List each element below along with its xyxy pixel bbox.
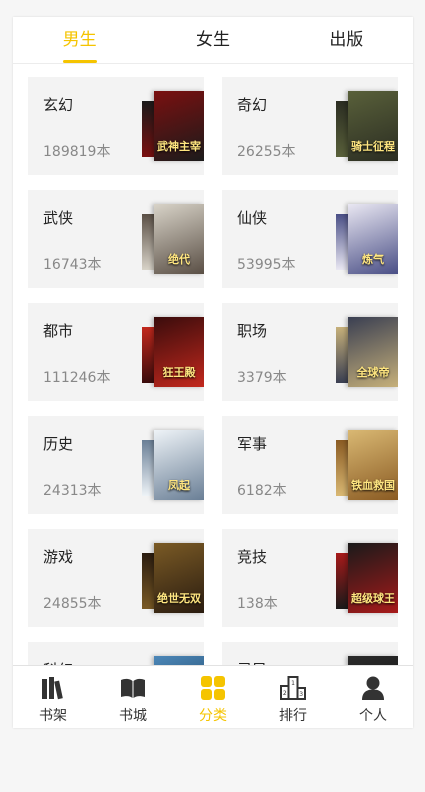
book-cover-front: 全球帝 [348,317,398,387]
nav-bookstore[interactable]: 书城 [93,666,173,728]
category-book-count: 16743本 [43,257,102,273]
category-book-count: 24855本 [43,596,102,612]
category-grid: 玄幻 189819本 武神主宰 奇幻 26255本 骑士征程武侠 16743本 绝代 仙侠 539… [13,64,413,665]
book-cover-front [348,656,398,665]
gender-tabs: 男生 女生 出版 [13,17,413,64]
tab-male[interactable]: 男生 [13,17,146,63]
book-cover-title: 铁血救国 [351,479,395,492]
category-name: 竞技 [237,548,268,566]
book-cover-title: 炼气 [362,253,384,266]
category-name: 军事 [237,435,268,453]
bottom-nav: 书架 书城 分类 1 2 3 排行 个人 [13,665,413,728]
category-name: 玄幻 [43,96,74,114]
bookshelf-icon [42,677,63,700]
book-cover-front: 狂王殿 [154,317,204,387]
tab-publish[interactable]: 出版 [280,17,413,63]
category-book-count: 6182本 [237,483,287,499]
category-card[interactable]: 职场 3379本 全球帝 [222,303,398,401]
nav-ranking-label: 排行 [279,708,307,724]
book-cover-front: 凤起 [154,430,204,500]
book-cover-title: 武神主宰 [157,140,201,153]
book-cover-front: 武神主宰 [154,91,204,161]
category-card[interactable]: 军事 6182本 铁血救国 [222,416,398,514]
book-cover-title: 全球帝 [356,366,390,379]
category-name: 职场 [237,322,268,340]
category-card[interactable]: 科幻 [28,642,204,665]
book-cover-title: 绝世无双 [157,592,201,605]
tab-female[interactable]: 女生 [146,17,279,63]
svg-text:2: 2 [283,690,287,697]
book-cover-front: 绝代 [154,204,204,274]
nav-bookstore-label: 书城 [119,708,147,724]
category-book-count: 53995本 [237,257,296,273]
nav-profile-label: 个人 [359,708,387,724]
book-cover-front: 炼气 [348,204,398,274]
nav-profile[interactable]: 个人 [333,666,413,728]
category-name: 奇幻 [237,96,268,114]
book-cover-title: 狂王殿 [162,366,196,379]
category-name: 历史 [43,435,74,453]
category-book-count: 138本 [237,596,278,612]
nav-category[interactable]: 分类 [173,666,253,728]
category-book-count: 3379本 [237,370,287,386]
book-cover-title: 绝代 [168,253,190,266]
category-name: 游戏 [43,548,74,566]
svg-text:3: 3 [299,691,303,698]
nav-bookshelf-label: 书架 [39,708,67,724]
category-card[interactable]: 历史 24313本 凤起 [28,416,204,514]
nav-bookshelf[interactable]: 书架 [13,666,93,728]
person-icon [362,676,384,700]
nav-category-label: 分类 [199,708,227,724]
category-card[interactable]: 竞技 138本 超级球王 [222,529,398,627]
category-card[interactable]: 游戏 24855本 绝世无双 [28,529,204,627]
book-cover-title: 超级球王 [351,592,395,605]
book-cover-title: 凤起 [168,479,190,492]
category-book-count: 189819本 [43,144,111,160]
book-cover-front: 铁血救国 [348,430,398,500]
category-name: 仙侠 [237,209,268,227]
book-cover-title: 骑士征程 [351,140,395,153]
category-card[interactable]: 奇幻 26255本 骑士征程 [222,77,398,175]
book-cover-front: 绝世无双 [154,543,204,613]
open-book-icon [121,678,145,698]
category-name: 都市 [43,322,74,340]
book-cover-front: 超级球王 [348,543,398,613]
category-card[interactable]: 灵异 [222,642,398,665]
category-book-count: 24313本 [43,483,102,499]
category-grid-icon [201,676,225,700]
book-cover-front: 骑士征程 [348,91,398,161]
book-cover-front [154,656,204,665]
category-card[interactable]: 都市 111246本 狂王殿 [28,303,204,401]
category-name: 武侠 [43,209,74,227]
category-card[interactable]: 仙侠 53995本 炼气 [222,190,398,288]
category-book-count: 111246本 [43,370,111,386]
app-frame: 男生 女生 出版 玄幻 189819本 武神主宰 奇幻 26255本 骑士征程武侠 1674… [13,17,413,728]
svg-text:1: 1 [291,680,295,687]
category-card[interactable]: 玄幻 189819本 武神主宰 [28,77,204,175]
nav-ranking[interactable]: 1 2 3 排行 [253,666,333,728]
category-book-count: 26255本 [237,144,296,160]
category-card[interactable]: 武侠 16743本 绝代 [28,190,204,288]
ranking-podium-icon: 1 2 3 [280,676,306,700]
